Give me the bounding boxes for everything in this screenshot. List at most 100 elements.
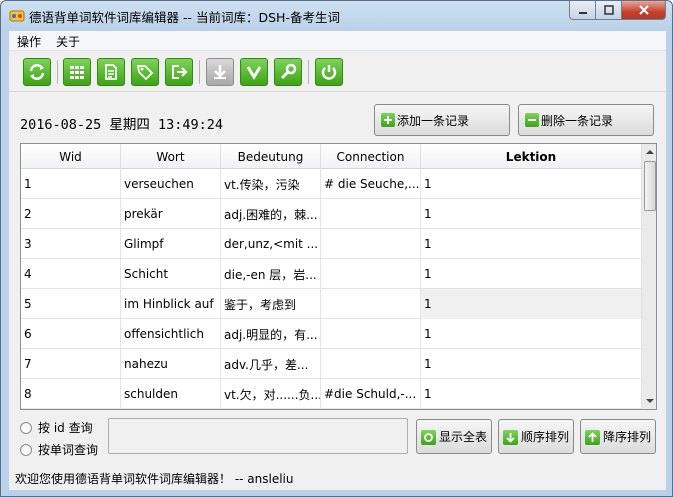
close-icon xyxy=(638,5,649,15)
search-input[interactable] xyxy=(108,418,408,454)
minus-icon xyxy=(525,113,539,127)
column-header-bedeutung[interactable]: Bedeutung xyxy=(221,144,321,169)
settings-button[interactable] xyxy=(274,58,302,86)
table-row[interactable]: 2 prekär adj.困难的，棘... 1 xyxy=(21,199,641,229)
add-record-label: 添加一条记录 xyxy=(397,113,470,128)
table-row[interactable]: 4 Schicht die,-en 层，岩... 1 xyxy=(21,259,641,289)
sort-asc-icon xyxy=(503,430,518,445)
show-all-icon xyxy=(421,430,436,445)
delete-record-button[interactable]: 删除一条记录 xyxy=(518,104,654,136)
menu-item-operate[interactable]: 操作 xyxy=(17,33,41,50)
cell-wort[interactable]: offensichtlich xyxy=(121,319,221,349)
vertical-scrollbar[interactable] xyxy=(641,144,656,409)
cell-wort[interactable]: schulden xyxy=(121,379,221,409)
cell-lektion[interactable]: 1 xyxy=(421,379,641,409)
cell-bedeutung[interactable]: die,-en 层，岩... xyxy=(221,259,321,289)
export-icon xyxy=(172,65,188,79)
minimize-button[interactable] xyxy=(569,1,596,20)
table-row[interactable]: 6 offensichtlich adj.明显的，有... 1 xyxy=(21,319,641,349)
scroll-down-button[interactable] xyxy=(642,393,656,409)
cell-wort[interactable]: Schicht xyxy=(121,259,221,289)
cell-lektion[interactable]: 1 xyxy=(421,199,641,229)
cell-bedeutung[interactable]: adv.几乎，差... xyxy=(221,349,321,379)
records-table[interactable]: Wid Wort Bedeutung Connection Lektion 1 … xyxy=(20,143,657,410)
toolbar-separator xyxy=(57,60,58,84)
cell-connection[interactable] xyxy=(321,259,421,289)
cell-wid[interactable]: 6 xyxy=(21,319,121,349)
column-header-connection[interactable]: Connection xyxy=(321,144,421,169)
cell-wid[interactable]: 4 xyxy=(21,259,121,289)
menu-item-about[interactable]: 关于 xyxy=(56,33,80,50)
cell-lektion[interactable]: 1 xyxy=(421,169,641,199)
close-button[interactable] xyxy=(622,1,666,20)
cell-wort[interactable]: nahezu xyxy=(121,349,221,379)
cell-connection[interactable] xyxy=(321,289,421,319)
cell-connection[interactable]: # die Seuche,... xyxy=(321,169,421,199)
cell-connection[interactable] xyxy=(321,319,421,349)
cell-lektion[interactable]: 1 xyxy=(421,319,641,349)
cell-wort[interactable]: prekär xyxy=(121,199,221,229)
table-header: Wid Wort Bedeutung Connection Lektion xyxy=(21,144,641,169)
cell-connection[interactable] xyxy=(321,349,421,379)
wrench-icon xyxy=(280,63,297,80)
cell-connection[interactable] xyxy=(321,199,421,229)
arrow-down-icon xyxy=(646,399,654,403)
cell-wid[interactable]: 1 xyxy=(21,169,121,199)
show-all-button[interactable]: 显示全表 xyxy=(416,419,492,454)
table-row[interactable]: 3 Glimpf der,unz,<mit ... 1 xyxy=(21,229,641,259)
table-row[interactable]: 7 nahezu adv.几乎，差... 1 xyxy=(21,349,641,379)
maximize-button[interactable] xyxy=(596,1,622,20)
cell-wid[interactable]: 8 xyxy=(21,379,121,409)
window-controls xyxy=(569,1,666,21)
radio-circle xyxy=(20,421,32,434)
app-window: 德语背单词软件词库编辑器 -- 当前词库：DSH-备考生词 操作 关于 2016… xyxy=(0,0,673,497)
cell-wid[interactable]: 7 xyxy=(21,349,121,379)
radio-search-by-word[interactable]: 按单词查询 xyxy=(20,441,98,458)
cell-lektion[interactable]: 1 xyxy=(421,289,641,319)
radio-search-by-word-label: 按单词查询 xyxy=(38,443,99,457)
cell-wid[interactable]: 5 xyxy=(21,289,121,319)
add-record-button[interactable]: 添加一条记录 xyxy=(374,104,510,136)
cell-bedeutung[interactable]: vt.欠，对......负... xyxy=(221,379,321,409)
grid-button[interactable] xyxy=(63,58,91,86)
cell-wid[interactable]: 3 xyxy=(21,229,121,259)
toolbar-separator xyxy=(199,60,200,84)
column-header-wort[interactable]: Wort xyxy=(121,144,221,169)
table-row[interactable]: 5 im Hinblick auf 鉴于，考虑到 1 xyxy=(21,289,641,319)
cell-wort[interactable]: verseuchen xyxy=(121,169,221,199)
minimize-icon xyxy=(578,12,587,14)
sort-desc-button[interactable]: 降序排列 xyxy=(580,419,656,454)
cell-connection[interactable] xyxy=(321,229,421,259)
cell-bedeutung[interactable]: adj.明显的，有... xyxy=(221,319,321,349)
cell-bedeutung[interactable]: 鉴于，考虑到 xyxy=(221,289,321,319)
cell-connection[interactable]: #die Schuld,-... xyxy=(321,379,421,409)
radio-search-by-id[interactable]: 按 id 查询 xyxy=(20,419,93,436)
column-header-lektion[interactable]: Lektion xyxy=(421,144,641,169)
radio-circle xyxy=(20,443,32,456)
download-button[interactable] xyxy=(206,58,234,86)
cell-wort[interactable]: Glimpf xyxy=(121,229,221,259)
toolbar-separator xyxy=(308,60,309,84)
exit-button[interactable] xyxy=(315,58,343,86)
column-header-wid[interactable]: Wid xyxy=(21,144,121,169)
table-row[interactable]: 8 schulden vt.欠，对......负... #die Schuld,… xyxy=(21,379,641,409)
refresh-button[interactable] xyxy=(23,58,51,86)
download-icon xyxy=(214,65,226,79)
cell-wort[interactable]: im Hinblick auf xyxy=(121,289,221,319)
cell-bedeutung[interactable]: adj.困难的，棘... xyxy=(221,199,321,229)
scrollbar-thumb[interactable] xyxy=(644,161,656,211)
cell-lektion[interactable]: 1 xyxy=(421,349,641,379)
title-bar[interactable]: 德语背单词软件词库编辑器 -- 当前词库：DSH-备考生词 xyxy=(1,1,672,31)
cell-bedeutung[interactable]: der,unz,<mit ... xyxy=(221,229,321,259)
document-button[interactable] xyxy=(97,58,125,86)
sort-asc-button[interactable]: 顺序排列 xyxy=(498,419,574,454)
table-row[interactable]: 1 verseuchen vt.传染，污染 # die Seuche,... 1 xyxy=(21,169,641,199)
tags-button[interactable] xyxy=(131,58,159,86)
scroll-up-button[interactable] xyxy=(642,144,656,160)
export-button[interactable] xyxy=(165,58,193,86)
check-button[interactable] xyxy=(240,58,268,86)
cell-lektion[interactable]: 1 xyxy=(421,259,641,289)
cell-bedeutung[interactable]: vt.传染，污染 xyxy=(221,169,321,199)
cell-lektion[interactable]: 1 xyxy=(421,229,641,259)
cell-wid[interactable]: 2 xyxy=(21,199,121,229)
